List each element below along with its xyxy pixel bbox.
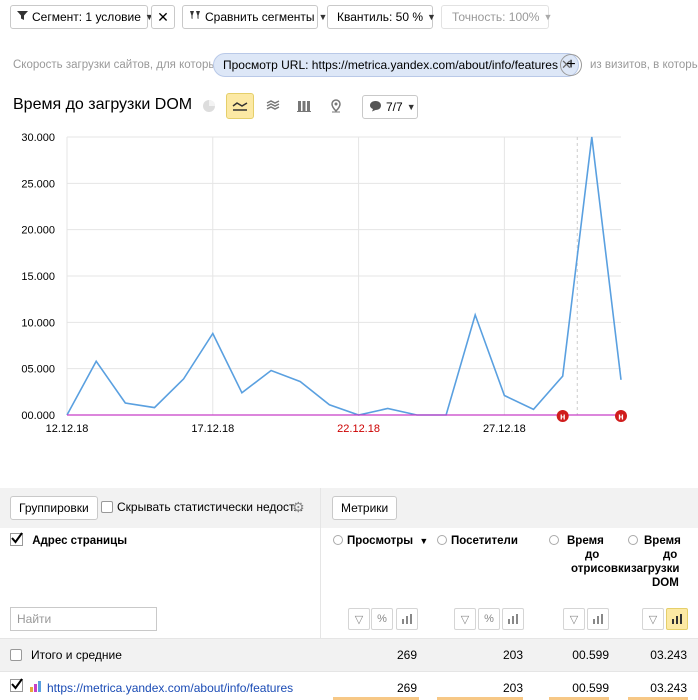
- quantile-dropdown[interactable]: Квантиль: 50 % ▼: [327, 5, 436, 29]
- y-tick-label: 20.000: [21, 225, 55, 237]
- info-icon[interactable]: [437, 535, 447, 545]
- plus-icon: +: [566, 56, 576, 73]
- groupings-label: Группировки: [19, 501, 89, 515]
- row-visitors: 203: [502, 681, 523, 695]
- metrics-button[interactable]: Метрики: [332, 496, 398, 520]
- info-icon[interactable]: [628, 535, 638, 545]
- clear-segment-button[interactable]: ✕: [151, 5, 175, 29]
- bar-chart-color-icon: [30, 681, 42, 695]
- compare-label: Сравнить сегменты: [205, 10, 315, 24]
- filter-icon[interactable]: ▽: [348, 608, 370, 630]
- segment-prefix: Скорость загрузки сайтов, для которых: [13, 59, 223, 71]
- checkbox[interactable]: [101, 501, 113, 513]
- quantile-label: Квантиль: 50 %: [337, 10, 424, 24]
- hide-insignificant-toggle[interactable]: Скрывать статистически недост...: [101, 500, 303, 514]
- y-tick-label: 10.000: [21, 317, 55, 329]
- column-header-dom-time[interactable]: Время до загрузки DOM: [628, 535, 688, 589]
- x-tick-label: 27.12.18: [483, 423, 526, 435]
- chevron-down-icon: ▼: [406, 102, 416, 112]
- series-count-dropdown[interactable]: 7/7 ▼: [362, 95, 418, 119]
- area-chart-button[interactable]: [259, 93, 287, 119]
- chart-title: Время до загрузки DOM: [13, 96, 193, 113]
- chevron-down-icon: ▼: [543, 12, 553, 22]
- hide-insignificant-label: Скрывать статистически недост...: [117, 500, 304, 514]
- bars-icon[interactable]: [502, 608, 524, 630]
- search-input[interactable]: [10, 607, 157, 631]
- column-header-views[interactable]: Просмотры ▼: [333, 535, 428, 547]
- segment-suffix: из визитов, в которых: [590, 59, 698, 71]
- checkbox-checked-icon[interactable]: [10, 532, 23, 546]
- x-tick-label: 17.12.18: [191, 423, 234, 435]
- close-icon: ✕: [157, 8, 169, 25]
- compare-segments-dropdown[interactable]: Сравнить сегменты ▼: [182, 5, 327, 29]
- row-dom-time: 03.243: [650, 681, 687, 695]
- totals-visitors: 203: [502, 648, 523, 662]
- area-chart-icon: [266, 100, 280, 110]
- add-condition-button[interactable]: +: [560, 54, 582, 76]
- page-url-link[interactable]: https://metrica.yandex.com/about/info/fe…: [47, 681, 293, 695]
- column-header-visitors[interactable]: Посетители: [437, 535, 518, 547]
- totals-label: Итого и средние: [31, 648, 122, 662]
- y-tick-label: 00.000: [21, 410, 55, 422]
- column-header-paint-time[interactable]: Время до отрисовки: [549, 535, 631, 575]
- comment-icon: [369, 100, 382, 115]
- bars-icon[interactable]: [666, 608, 688, 630]
- row-paint-time: 00.599: [572, 681, 609, 695]
- x-tick-label: 22.12.18: [337, 423, 380, 435]
- y-tick-label: 15.000: [21, 271, 55, 283]
- dimension-header-label: Адрес страницы: [32, 535, 128, 547]
- checkbox-checked-icon[interactable]: [10, 678, 23, 692]
- annotation-marker-label: н: [560, 412, 565, 422]
- totals-views: 269: [396, 648, 417, 662]
- line-chart: 30.000 25.000 20.000 15.000 10.000 05.000 00.0…: [21, 132, 627, 435]
- filter-icon: [17, 10, 28, 24]
- segment-chip[interactable]: Просмотр URL: https://metrica.yandex.com…: [213, 53, 579, 77]
- bars-icon[interactable]: [396, 608, 418, 630]
- series-count-label: 7/7: [386, 100, 403, 114]
- info-icon[interactable]: [333, 535, 343, 545]
- bar-chart-icon: [297, 101, 311, 112]
- pie-chart-icon: [203, 100, 215, 112]
- groupings-button[interactable]: Группировки: [10, 496, 98, 520]
- column-header-label: Посетители: [451, 535, 518, 547]
- filter-icon[interactable]: ▽: [563, 608, 585, 630]
- metrics-label: Метрики: [341, 501, 389, 515]
- percent-icon[interactable]: %: [371, 608, 393, 630]
- pie-chart-button[interactable]: [195, 93, 223, 119]
- gear-icon[interactable]: ⚙: [292, 499, 305, 516]
- bars-icon[interactable]: [587, 608, 609, 630]
- filter-icon[interactable]: ▽: [642, 608, 664, 630]
- info-icon[interactable]: [549, 535, 559, 545]
- accuracy-label: Точность: 100%: [452, 10, 540, 24]
- y-tick-label: 05.000: [21, 364, 55, 376]
- segment-chip-label: Просмотр URL: https://metrica.yandex.com…: [223, 58, 558, 72]
- x-tick-label: 12.12.18: [46, 423, 89, 435]
- table-row[interactable]: https://metrica.yandex.com/about/info/fe…: [0, 671, 698, 700]
- accuracy-dropdown[interactable]: Точность: 100% ▼: [441, 5, 553, 29]
- sort-desc-icon: ▼: [419, 536, 429, 546]
- dimension-header: Адрес страницы: [10, 532, 128, 547]
- line-chart-button[interactable]: [226, 93, 254, 119]
- filter-icon[interactable]: ▽: [454, 608, 476, 630]
- percent-icon[interactable]: %: [478, 608, 500, 630]
- totals-row: Итого и средние 269 203 00.599 03.243: [0, 638, 698, 671]
- map-button[interactable]: [322, 93, 350, 119]
- row-views: 269: [396, 681, 417, 695]
- chevron-down-icon: ▼: [427, 12, 436, 22]
- line-chart-icon: [232, 102, 248, 111]
- y-tick-label: 30.000: [21, 132, 55, 144]
- totals-dom-time: 03.243: [650, 648, 687, 662]
- bar-chart-button[interactable]: [290, 93, 318, 119]
- annotation-marker-label: н: [618, 412, 623, 422]
- segment-condition-row: Скорость загрузки сайтов, для которых Пр…: [0, 52, 698, 80]
- compare-icon: [189, 10, 201, 24]
- column-header-label: Просмотры: [347, 535, 414, 547]
- map-pin-icon: [331, 99, 341, 113]
- y-tick-label: 25.000: [21, 178, 55, 190]
- segment-dropdown[interactable]: Сегмент: 1 условие ▼: [10, 5, 154, 29]
- totals-paint-time: 00.599: [572, 648, 609, 662]
- checkbox[interactable]: [10, 649, 22, 661]
- segment-label: Сегмент: 1 условие: [32, 10, 141, 24]
